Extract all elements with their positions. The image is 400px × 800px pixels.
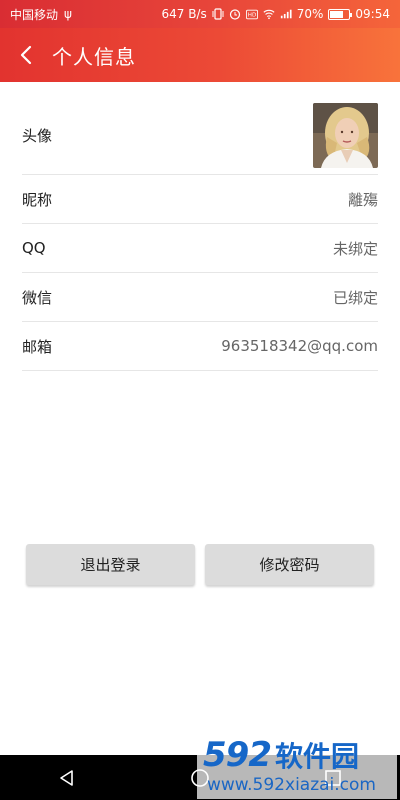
status-left: 中国移动 ψ — [10, 6, 72, 23]
back-button[interactable] — [0, 28, 52, 82]
wechat-label: 微信 — [22, 288, 53, 307]
nickname-value: 離殤 — [347, 190, 378, 209]
nav-back-button[interactable] — [37, 755, 97, 800]
avatar[interactable] — [313, 102, 378, 168]
wifi-icon — [263, 8, 275, 20]
watermark-number: 592 — [203, 735, 272, 775]
avatar-label: 头像 — [22, 126, 53, 145]
alarm-icon — [229, 8, 241, 20]
change-password-button[interactable]: 修改密码 — [205, 544, 374, 585]
logout-button[interactable]: 退出登录 — [26, 544, 195, 585]
wechat-row[interactable]: 微信 已绑定 — [22, 273, 378, 322]
email-value: 963518342@qq.com — [221, 337, 378, 355]
email-label: 邮箱 — [22, 337, 53, 356]
qq-label: QQ — [22, 239, 46, 257]
status-bar: 中国移动 ψ 647 B/s HD 70% 09:54 — [0, 0, 400, 28]
carrier-label: 中国移动 — [10, 7, 59, 22]
back-arrow-icon — [20, 45, 32, 65]
avatar-row[interactable]: 头像 — [22, 96, 378, 175]
profile-info-list: 头像 昵称 離殤 QQ 未绑定 微信 已绑定 邮箱 963518342@qq.c… — [22, 96, 378, 371]
qq-row[interactable]: QQ 未绑定 — [22, 224, 378, 273]
hd-icon: HD — [245, 8, 258, 20]
nickname-row[interactable]: 昵称 離殤 — [22, 175, 378, 224]
signal-icon — [280, 8, 292, 20]
triangle-back-icon — [59, 769, 73, 786]
page-title: 个人信息 — [52, 44, 136, 69]
nickname-label: 昵称 — [22, 190, 53, 209]
battery-icon — [328, 8, 353, 20]
action-buttons: 退出登录 修改密码 — [26, 544, 374, 585]
watermark-url: www.592xiazai.com — [207, 775, 376, 795]
wechat-value: 已绑定 — [332, 288, 378, 307]
watermark-name: 软件园 — [274, 740, 359, 773]
svg-text:HD: HD — [248, 12, 256, 18]
status-right: 647 B/s HD 70% 09:54 — [161, 7, 390, 21]
watermark-brand: 592 软件园 — [203, 735, 359, 775]
network-speed: 647 B/s — [161, 7, 207, 21]
watermark-logo: 592 软件园 www.592xiazai.com — [197, 727, 397, 799]
email-row[interactable]: 邮箱 963518342@qq.com — [22, 322, 378, 371]
app-bar: 个人信息 — [0, 28, 400, 82]
qq-value: 未绑定 — [332, 239, 378, 258]
battery-percent: 70% — [296, 7, 324, 21]
vibrate-icon — [212, 8, 224, 20]
clock-time: 09:54 — [355, 7, 390, 21]
usb-icon: ψ — [64, 7, 72, 21]
battery-level — [330, 10, 343, 18]
